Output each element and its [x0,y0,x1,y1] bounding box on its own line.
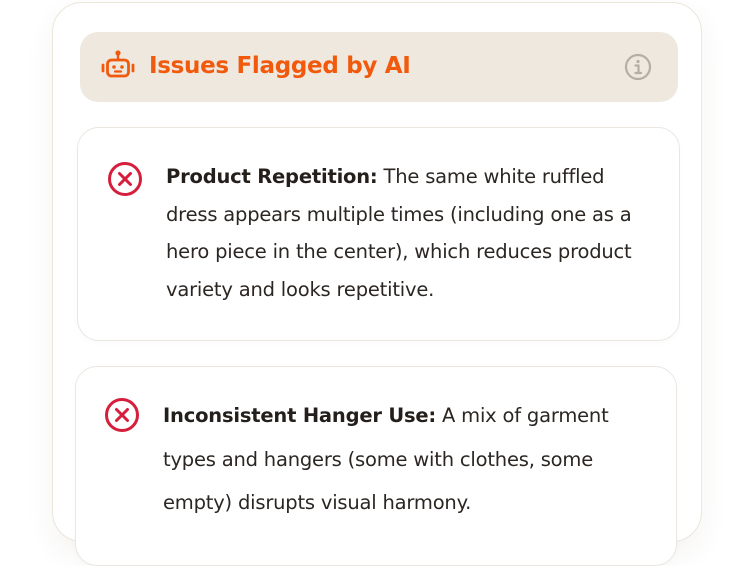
issue-text: Product Repetition: The same white ruffl… [166,158,661,308]
issue-card: Inconsistent Hanger Use: A mix of garmen… [75,366,677,566]
issues-header: Issues Flagged by AI [80,32,678,102]
issue-title: Inconsistent Hanger Use: [163,404,437,427]
issue-text: Inconsistent Hanger Use: A mix of garmen… [163,394,658,525]
error-x-icon [104,397,140,433]
robot-icon [100,48,136,84]
issue-title: Product Repetition: [166,165,378,188]
info-icon[interactable] [624,53,652,81]
issues-title: Issues Flagged by AI [149,53,411,79]
issue-card: Product Repetition: The same white ruffl… [77,127,680,341]
error-x-icon [107,161,143,197]
issues-panel: Issues Flagged by AI Product Repetition:… [52,2,702,566]
